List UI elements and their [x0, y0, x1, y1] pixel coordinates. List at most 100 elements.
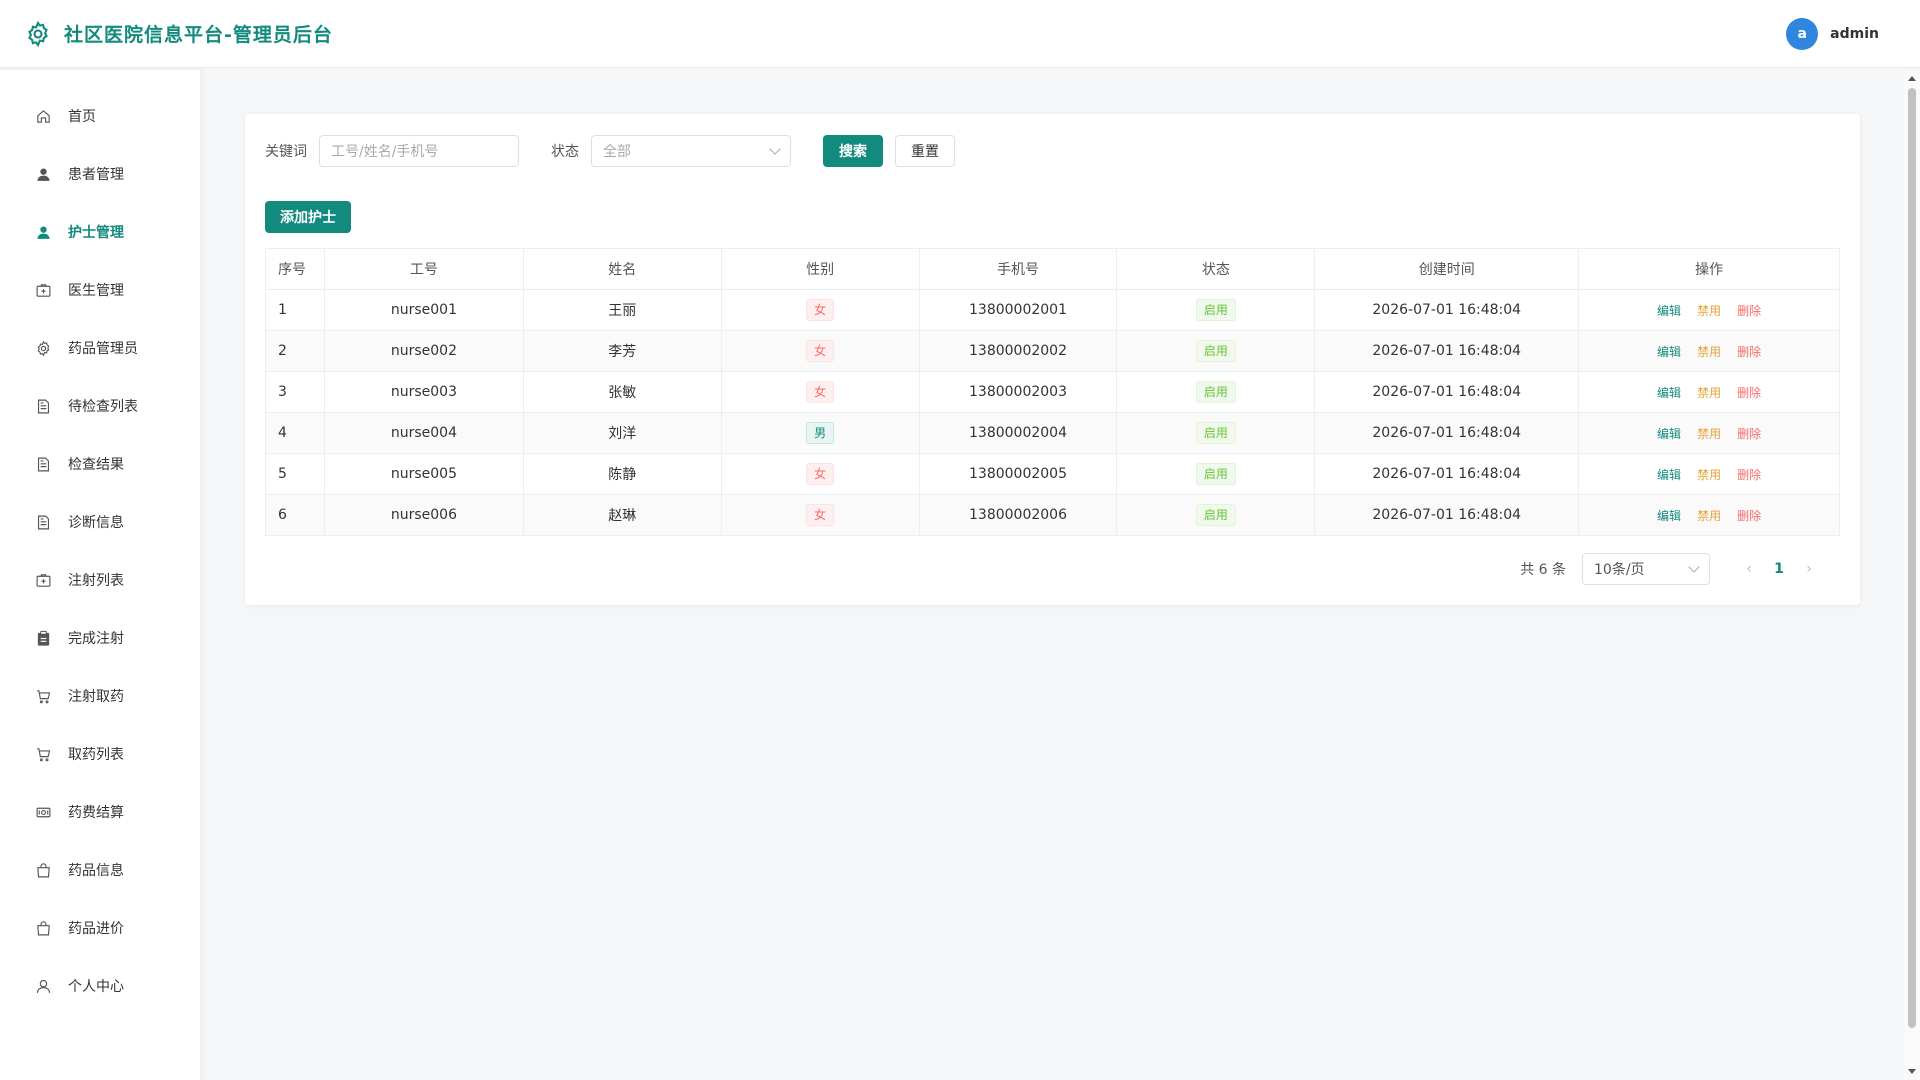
sidebar-item-3[interactable]: 医生管理	[0, 261, 200, 319]
document-icon	[34, 455, 52, 473]
sidebar-item-6[interactable]: 检查结果	[0, 435, 200, 493]
disable-button[interactable]: 禁用	[1697, 468, 1721, 482]
edit-button[interactable]: 编辑	[1657, 468, 1681, 482]
status-badge: 启用	[1195, 463, 1236, 485]
gear-icon	[34, 339, 52, 357]
sidebar-item-label: 诊断信息	[68, 515, 124, 531]
cell-name: 陈静	[522, 453, 722, 495]
page-scrollbar[interactable]	[1904, 70, 1920, 1080]
table-header-row: 序号 工号 姓名 性别 手机号 状态 创建时间 操作	[265, 248, 1840, 290]
sidebar-item-4[interactable]: 药品管理员	[0, 319, 200, 377]
cell-gender: 男	[720, 412, 920, 454]
username[interactable]: admin	[1830, 26, 1879, 42]
delete-button[interactable]: 删除	[1737, 304, 1761, 318]
status-badge: 启用	[1195, 340, 1236, 362]
table-row: 4 nurse004 刘洋 男 13800002004 启用 2026-07-01 16:4…	[265, 412, 1840, 454]
status-label: 状态	[551, 144, 579, 160]
delete-button[interactable]: 删除	[1737, 386, 1761, 400]
keyword-input[interactable]: 工号/姓名/手机号	[319, 135, 519, 167]
status-select[interactable]: 全部	[591, 135, 791, 167]
cell-status: 启用	[1116, 330, 1316, 372]
sidebar-item-label: 注射取药	[68, 689, 124, 705]
bag-icon	[34, 861, 52, 879]
sidebar-item-12[interactable]: 药费结算	[0, 783, 200, 841]
scroll-up-icon[interactable]	[1908, 76, 1916, 81]
delete-button[interactable]: 删除	[1737, 468, 1761, 482]
sidebar-item-5[interactable]: 待检查列表	[0, 377, 200, 435]
cell-status: 启用	[1116, 289, 1316, 331]
delete-button[interactable]: 删除	[1737, 427, 1761, 441]
cell-name: 赵琳	[522, 494, 722, 536]
status-select-value: 全部	[603, 144, 631, 160]
scroll-thumb[interactable]	[1908, 88, 1916, 1028]
cell-name: 张敏	[522, 371, 722, 413]
top-header: 社区医院信息平台-管理员后台 a admin	[0, 0, 1920, 68]
add-nurse-button[interactable]: 添加护士	[265, 201, 351, 233]
sidebar-item-15[interactable]: 个人中心	[0, 957, 200, 1015]
sidebar-item-9[interactable]: 完成注射	[0, 609, 200, 667]
sidebar-item-8[interactable]: 注射列表	[0, 551, 200, 609]
disable-button[interactable]: 禁用	[1697, 304, 1721, 318]
reset-button[interactable]: 重置	[895, 135, 955, 167]
filter-bar: 关键词 工号/姓名/手机号 状态 全部 搜索 重置	[265, 135, 955, 167]
sidebar-item-label: 患者管理	[68, 167, 124, 183]
user-menu[interactable]: a admin	[1786, 17, 1879, 50]
sidebar-item-11[interactable]: 取药列表	[0, 725, 200, 783]
user-icon	[34, 977, 52, 995]
document-icon	[34, 513, 52, 531]
edit-button[interactable]: 编辑	[1657, 345, 1681, 359]
disable-button[interactable]: 禁用	[1697, 345, 1721, 359]
cell-name: 王丽	[522, 289, 722, 331]
sidebar-item-7[interactable]: 诊断信息	[0, 493, 200, 551]
cell-phone: 13800002003	[918, 371, 1118, 413]
search-button[interactable]: 搜索	[823, 135, 883, 167]
sidebar-item-1[interactable]: 患者管理	[0, 145, 200, 203]
table-row: 5 nurse005 陈静 女 13800002005 启用 2026-07-01 16:4…	[265, 453, 1840, 495]
column-header: 手机号	[918, 248, 1118, 290]
disable-button[interactable]: 禁用	[1697, 509, 1721, 523]
delete-button[interactable]: 删除	[1737, 345, 1761, 359]
avatar[interactable]: a	[1786, 17, 1819, 50]
sidebar-item-13[interactable]: 药品信息	[0, 841, 200, 899]
sidebar-item-label: 药品信息	[68, 863, 124, 879]
cell-created: 2026-07-01 16:48:04	[1314, 494, 1580, 536]
sidebar: 首页患者管理护士管理医生管理药品管理员 待检查列表 检查结果诊断信息注射列表 完成注射…	[0, 70, 200, 1080]
cell-index: 4	[265, 412, 325, 454]
cell-index: 5	[265, 453, 325, 495]
sidebar-item-14[interactable]: 药品进价	[0, 899, 200, 957]
gender-tag: 女	[806, 463, 835, 485]
cell-phone: 13800002006	[918, 494, 1118, 536]
sidebar-item-label: 药费结算	[68, 805, 124, 821]
cell-status: 启用	[1116, 371, 1316, 413]
sidebar-item-2[interactable]: 护士管理	[0, 203, 200, 261]
scroll-down-icon[interactable]	[1908, 1069, 1916, 1074]
disable-button[interactable]: 禁用	[1697, 427, 1721, 441]
cell-actions: 编辑 禁用 删除	[1578, 371, 1840, 413]
status-badge: 启用	[1195, 381, 1236, 403]
page-number[interactable]: 1	[1764, 561, 1794, 577]
table-row: 6 nurse006 赵琳 女 13800002006 启用 2026-07-01 16:4…	[265, 494, 1840, 536]
edit-button[interactable]: 编辑	[1657, 304, 1681, 318]
keyword-label: 关键词	[265, 144, 307, 160]
prev-page-icon[interactable]: ‹	[1734, 561, 1764, 577]
delete-button[interactable]: 删除	[1737, 509, 1761, 523]
sidebar-item-label: 护士管理	[68, 225, 124, 241]
cell-created: 2026-07-01 16:48:04	[1314, 453, 1580, 495]
edit-button[interactable]: 编辑	[1657, 386, 1681, 400]
sidebar-item-label: 医生管理	[68, 283, 124, 299]
cell-status: 启用	[1116, 412, 1316, 454]
edit-button[interactable]: 编辑	[1657, 427, 1681, 441]
bag-icon	[34, 919, 52, 937]
sidebar-item-10[interactable]: 注射取药	[0, 667, 200, 725]
page-size-select[interactable]: 10条/页	[1582, 553, 1710, 585]
gender-tag: 女	[806, 504, 835, 526]
cell-phone: 13800002004	[918, 412, 1118, 454]
next-page-icon[interactable]: ›	[1794, 561, 1824, 577]
disable-button[interactable]: 禁用	[1697, 386, 1721, 400]
cell-actions: 编辑 禁用 删除	[1578, 330, 1840, 372]
cell-gender: 女	[720, 494, 920, 536]
sidebar-item-label: 首页	[68, 109, 96, 125]
edit-button[interactable]: 编辑	[1657, 509, 1681, 523]
nurse-table: 序号 工号 姓名 性别 手机号 状态 创建时间 操作 1 nurse001 王丽女 1…	[265, 248, 1840, 536]
sidebar-item-0[interactable]: 首页	[0, 87, 200, 145]
